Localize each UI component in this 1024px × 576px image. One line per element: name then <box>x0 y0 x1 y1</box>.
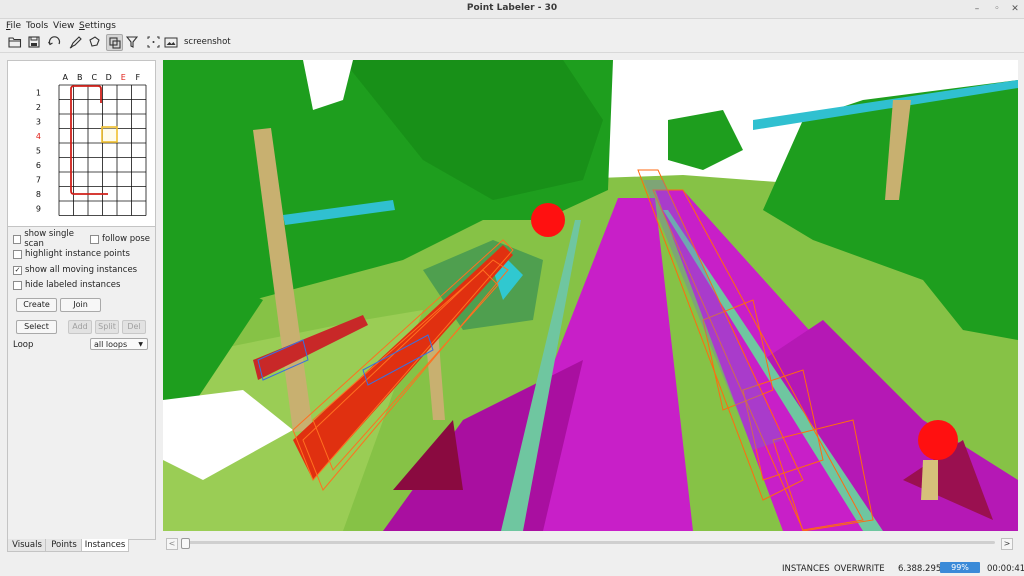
status-point-count: 6.388.295 <box>898 564 942 574</box>
menu-bar: File Tools View Settings <box>0 19 1024 33</box>
split-button[interactable]: Split <box>95 320 119 334</box>
minimize-icon[interactable]: – <box>970 2 984 16</box>
car-cluster <box>531 203 565 237</box>
grid-column-label: E <box>121 73 126 82</box>
grid-column-label: F <box>135 73 140 82</box>
show-single-scan-checkbox[interactable]: show single scan <box>13 229 88 249</box>
show-all-moving-instances-checkbox[interactable]: ✓ show all moving instances <box>13 264 153 276</box>
side-panel: ABCDEF 1 2 3 4 5 6 7 8 9 show single scan follow… <box>7 60 156 540</box>
progress-bar: 99% <box>940 562 980 573</box>
grid-row-label: 4 <box>36 132 41 141</box>
del-button[interactable]: Del <box>122 320 146 334</box>
tab-points[interactable]: Points <box>45 539 83 552</box>
checkmark-icon[interactable]: ✓ <box>13 265 22 275</box>
grid-row-label: 5 <box>36 146 41 155</box>
grid-row-label: 1 <box>36 88 41 97</box>
checkbox-box[interactable] <box>90 234 99 244</box>
car-cluster <box>918 420 958 460</box>
selected-tile <box>101 126 118 143</box>
select-button[interactable]: Select <box>16 320 57 334</box>
scan-slider[interactable]: < > <box>163 537 1019 550</box>
follow-pose-checkbox[interactable]: follow pose <box>90 233 152 245</box>
toolbar: screenshot <box>0 33 1024 53</box>
slider-track[interactable] <box>183 541 995 544</box>
grid-column-label: A <box>63 73 69 82</box>
maximize-icon[interactable]: ◦ <box>990 2 1004 16</box>
grid-row-label: 8 <box>36 190 41 199</box>
status-mode: INSTANCES <box>782 564 830 574</box>
grid-row-label: 3 <box>36 117 41 126</box>
save-icon[interactable] <box>26 34 42 50</box>
polygon-icon[interactable] <box>86 34 102 50</box>
create-button[interactable]: Create <box>16 298 57 312</box>
close-icon[interactable]: ✕ <box>1008 2 1022 16</box>
loop-label: Loop <box>13 340 34 350</box>
window-title: Point Labeler - 30 <box>466 3 558 13</box>
tile-grid[interactable]: ABCDEF 1 2 3 4 5 6 7 8 9 <box>8 61 155 224</box>
grid-column-label: C <box>91 73 97 82</box>
grid-row-label: 9 <box>36 204 41 213</box>
slider-handle[interactable] <box>181 538 190 549</box>
grid-row-label: 7 <box>36 175 41 184</box>
menu-file[interactable]: File <box>6 20 21 32</box>
grid-row-label: 6 <box>36 161 41 170</box>
brush-icon[interactable] <box>67 34 83 50</box>
screenshot-icon[interactable] <box>163 34 179 50</box>
crosshair-icon[interactable] <box>145 34 161 50</box>
tree-trunk-foreground <box>921 460 938 500</box>
join-button[interactable]: Join <box>60 298 101 312</box>
tab-visuals[interactable]: Visuals <box>7 539 47 552</box>
screenshot-label[interactable]: screenshot <box>184 37 231 47</box>
menu-view[interactable]: View <box>53 20 74 32</box>
point-cloud-viewport[interactable] <box>163 60 1018 531</box>
grid-row-label: 2 <box>36 103 41 112</box>
point-cloud-render[interactable] <box>163 60 1018 531</box>
loop-select[interactable]: all loops ▼ <box>90 338 148 350</box>
checkbox-box[interactable] <box>13 249 22 259</box>
chevron-down-icon: ▼ <box>138 341 143 348</box>
slider-next-button[interactable]: > <box>1001 538 1013 550</box>
slider-prev-button[interactable]: < <box>166 538 178 550</box>
tile-grid-svg[interactable]: ABCDEF 1 2 3 4 5 6 7 8 9 <box>8 61 155 224</box>
checkbox-box[interactable] <box>13 280 22 290</box>
tab-instances[interactable]: Instances <box>81 539 129 552</box>
reload-icon[interactable] <box>46 34 62 50</box>
grid-column-label: B <box>77 73 83 82</box>
status-overwrite: OVERWRITE <box>834 564 885 574</box>
status-bar: INSTANCES OVERWRITE 6.388.295 00:00:41 <box>0 561 1024 576</box>
highlight-instance-points-checkbox[interactable]: highlight instance points <box>13 248 153 260</box>
hide-labeled-instances-checkbox[interactable]: hide labeled instances <box>13 279 153 291</box>
menu-tools[interactable]: Tools <box>26 20 48 32</box>
instance-select-icon[interactable] <box>106 34 123 51</box>
status-time: 00:00:41 <box>987 564 1024 574</box>
instance-controls: show single scan follow pose highlight i… <box>8 226 155 539</box>
menu-settings[interactable]: Settings <box>79 20 116 32</box>
grid-column-label: D <box>106 73 112 82</box>
open-folder-icon[interactable] <box>7 34 23 50</box>
filter-icon[interactable] <box>124 34 140 50</box>
title-bar: Point Labeler - 30 – ◦ ✕ <box>0 0 1024 19</box>
checkbox-box[interactable] <box>13 234 22 244</box>
add-button[interactable]: Add <box>68 320 92 334</box>
